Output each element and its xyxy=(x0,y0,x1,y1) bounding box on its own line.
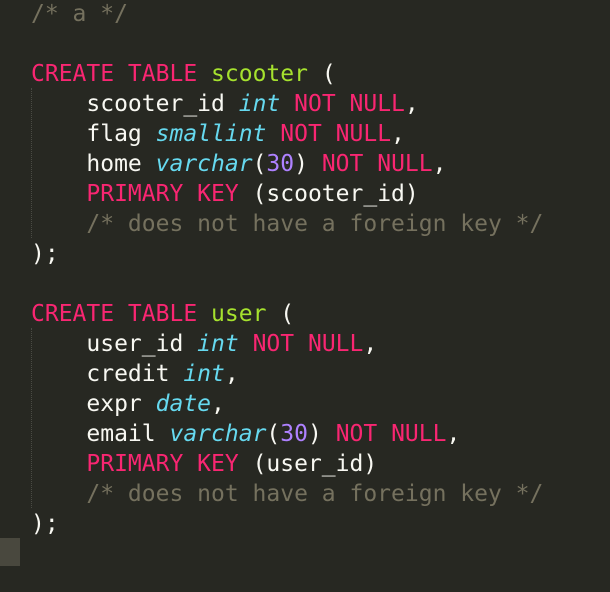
code-token: ); xyxy=(31,241,59,267)
code-token: /* a */ xyxy=(31,1,128,27)
code-token: /* does not have a foreign key */ xyxy=(31,211,544,237)
code-token: CREATE TABLE xyxy=(31,61,198,87)
code-token: ( xyxy=(252,151,267,177)
code-line[interactable]: email varchar(30) NOT NULL, xyxy=(31,419,460,449)
code-token: ( xyxy=(307,61,336,87)
code-token: varchar xyxy=(169,421,267,447)
code-token: (user_id) xyxy=(238,451,378,477)
code-token: int xyxy=(197,331,239,357)
code-line[interactable]: ); xyxy=(31,509,59,539)
code-line[interactable]: CREATE TABLE user ( xyxy=(31,299,294,329)
code-token: int xyxy=(238,91,281,117)
code-token: 30 xyxy=(280,421,308,447)
code-token: scooter_id xyxy=(31,91,239,117)
code-token: , xyxy=(446,421,461,447)
code-editor[interactable]: /* a */ CREATE TABLE scooter ( scooter_id… xyxy=(0,0,610,592)
code-token: , xyxy=(363,331,378,357)
code-token: ) xyxy=(307,421,336,447)
code-line[interactable]: home varchar(30) NOT NULL, xyxy=(31,149,446,179)
code-token: NOT NULL xyxy=(252,331,364,357)
code-token: , xyxy=(391,121,405,147)
code-token: ( xyxy=(266,421,281,447)
code-line[interactable]: credit int, xyxy=(31,359,239,389)
code-token: varchar xyxy=(155,151,253,177)
code-line[interactable]: scooter_id int NOT NULL, xyxy=(31,89,419,119)
code-token: , xyxy=(224,361,239,387)
code-token: expr xyxy=(31,391,156,417)
code-line[interactable]: CREATE TABLE scooter ( xyxy=(31,59,336,89)
code-token: NOT NULL xyxy=(280,121,392,147)
code-token: user_id xyxy=(31,331,198,357)
code-token: int xyxy=(183,361,225,387)
code-line[interactable]: PRIMARY KEY (user_id) xyxy=(31,449,377,479)
code-line[interactable]: ); xyxy=(31,239,59,269)
code-token: 30 xyxy=(266,151,295,177)
code-token: user xyxy=(211,301,267,327)
code-token: home xyxy=(31,151,156,177)
code-token: NOT NULL xyxy=(294,91,405,117)
code-token: , xyxy=(211,391,225,417)
code-token: /* does not have a foreign key */ xyxy=(31,481,544,507)
code-token: , xyxy=(404,91,419,117)
code-token: NOT NULL xyxy=(321,151,433,177)
code-token: ); xyxy=(31,511,59,537)
code-token: date xyxy=(155,391,212,417)
code-line[interactable]: PRIMARY KEY (scooter_id) xyxy=(31,179,419,209)
code-token: (scooter_id) xyxy=(238,181,419,207)
code-token: PRIMARY KEY xyxy=(86,181,239,207)
code-line[interactable]: flag smallint NOT NULL, xyxy=(31,119,405,149)
code-token: scooter xyxy=(211,61,308,87)
code-token: smallint xyxy=(155,121,267,147)
code-token: NOT NULL xyxy=(335,421,447,447)
code-token: , xyxy=(432,151,447,177)
code-line[interactable]: /* a */ xyxy=(31,0,128,29)
code-token: PRIMARY KEY xyxy=(86,451,239,477)
text-cursor xyxy=(0,538,20,566)
code-token: CREATE TABLE xyxy=(31,301,198,327)
code-token: flag xyxy=(31,121,156,147)
code-token: email xyxy=(31,421,170,447)
code-line[interactable]: expr date, xyxy=(31,389,225,419)
code-token: ) xyxy=(294,151,322,177)
code-token: credit xyxy=(31,361,184,387)
code-line[interactable]: /* does not have a foreign key */ xyxy=(31,479,543,509)
code-token: ( xyxy=(266,301,295,327)
code-line[interactable]: /* does not have a foreign key */ xyxy=(31,209,543,239)
code-line[interactable]: user_id int NOT NULL, xyxy=(31,329,377,359)
